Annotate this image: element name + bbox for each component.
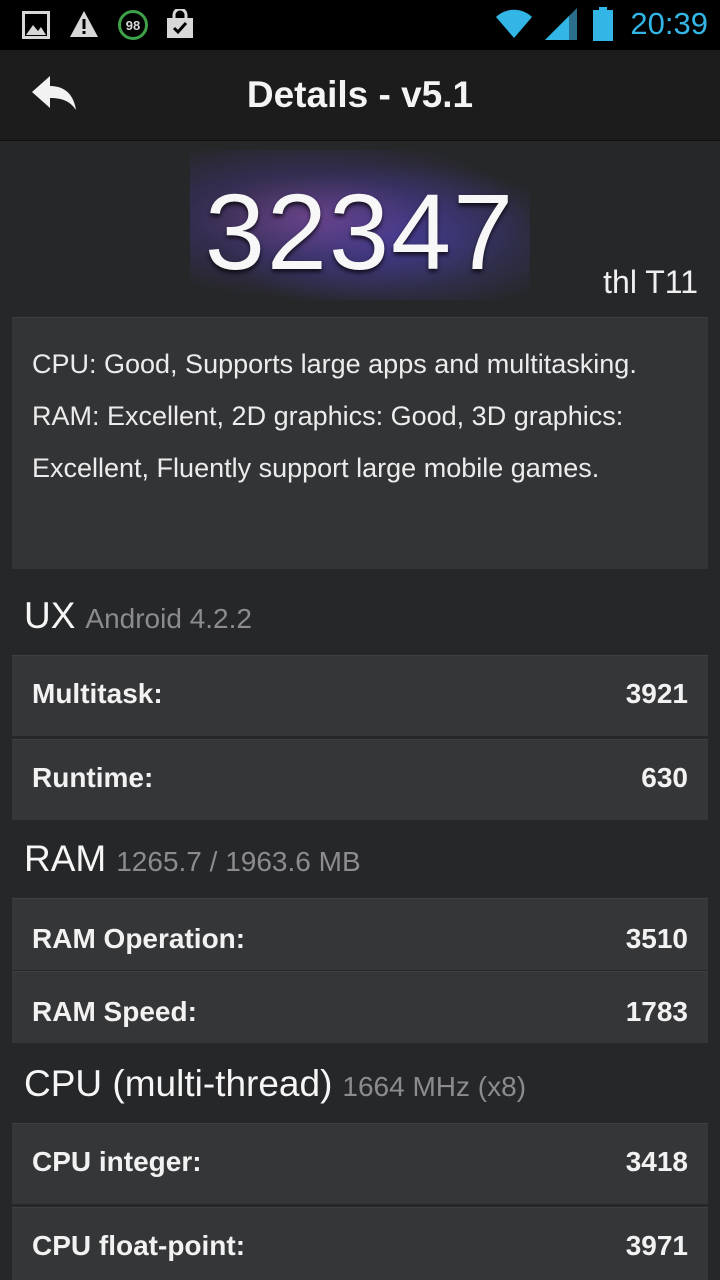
row-value: 3510 (625, 923, 688, 954)
section-subtitle: 1265.7 / 1963.6 MB (116, 846, 361, 877)
section-title: UX (24, 595, 76, 636)
row-value: 1783 (625, 996, 688, 1027)
action-bar: Details - v5.1 (0, 50, 720, 141)
warning-icon (69, 10, 99, 43)
result-row-cpu-float[interactable]: CPU float-point: 3971 (12, 1207, 708, 1280)
summary-panel: CPU: Good, Supports large apps and multi… (12, 317, 708, 569)
badge-text: 98 (126, 18, 140, 33)
status-clock: 20:39 (630, 6, 708, 41)
section-subtitle: 1664 MHz (x8) (342, 1071, 527, 1102)
battery-98-badge-icon: 98 (117, 9, 149, 46)
status-bar: 98 20:39 (0, 0, 720, 50)
result-row-runtime[interactable]: Runtime: 630 (12, 739, 708, 820)
section-subtitle: Android 4.2.2 (85, 603, 252, 634)
row-value: 3971 (625, 1230, 688, 1261)
row-value: 3921 (625, 678, 688, 709)
row-value: 3418 (625, 1146, 688, 1177)
section-title: CPU (multi-thread) (24, 1063, 333, 1104)
result-row-cpu-integer[interactable]: CPU integer: 3418 (12, 1123, 708, 1204)
row-label: RAM Operation: (32, 923, 246, 954)
battery-icon (592, 7, 614, 46)
wifi-icon (494, 7, 534, 44)
page-title: Details - v5.1 (246, 74, 474, 115)
row-label: RAM Speed: (32, 996, 197, 1027)
shopping-bag-icon (166, 7, 194, 44)
section-header-cpu: CPU (multi-thread) 1664 MHz (x8) (24, 1063, 526, 1105)
signal-icon (545, 8, 577, 45)
section-header-ram: RAM 1265.7 / 1963.6 MB (24, 838, 361, 880)
result-row-multitask[interactable]: Multitask: 3921 (12, 655, 708, 736)
row-label: CPU integer: (32, 1146, 202, 1177)
row-label: Runtime: (32, 762, 154, 793)
device-name: thl T11 (603, 264, 698, 300)
gallery-icon (22, 11, 50, 44)
row-value: 630 (641, 762, 688, 793)
row-label: CPU float-point: (32, 1230, 246, 1261)
row-label: Multitask: (32, 678, 163, 709)
result-row-ram-operation[interactable]: RAM Operation: 3510 (12, 898, 708, 970)
section-title: RAM (24, 838, 107, 879)
section-header-ux: UX Android 4.2.2 (24, 595, 252, 637)
summary-text: CPU: Good, Supports large apps and multi… (32, 349, 637, 483)
result-row-ram-speed[interactable]: RAM Speed: 1783 (12, 971, 708, 1043)
